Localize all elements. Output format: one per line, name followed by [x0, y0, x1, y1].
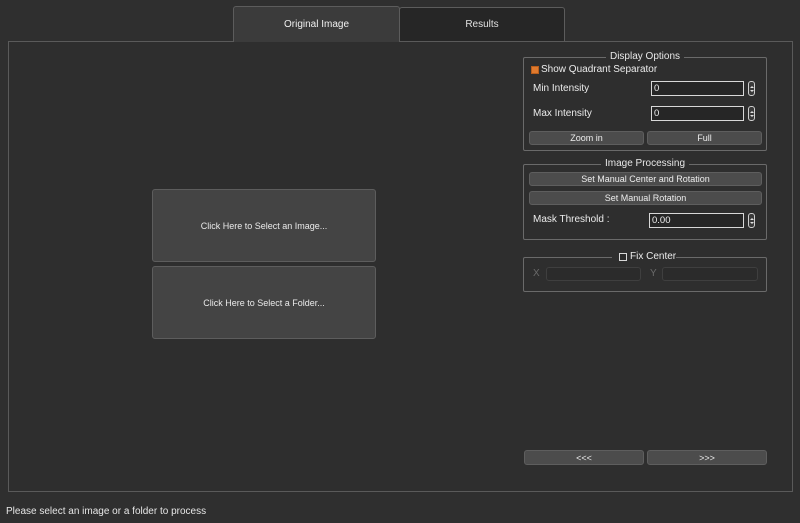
image-processing-title: Image Processing: [600, 158, 690, 169]
max-intensity-spinner[interactable]: [748, 106, 755, 121]
x-field[interactable]: [546, 267, 641, 281]
set-manual-center-rotation-button[interactable]: Set Manual Center and Rotation: [529, 172, 762, 186]
next-button[interactable]: >>>: [647, 450, 767, 465]
max-intensity-field[interactable]: 0: [651, 106, 744, 121]
max-intensity-label: Max Intensity: [533, 108, 592, 119]
full-label: Full: [697, 133, 712, 143]
min-intensity-field[interactable]: 0: [651, 81, 744, 96]
set-manual-rotation-label: Set Manual Rotation: [604, 193, 687, 203]
prev-label: <<<: [576, 452, 592, 463]
select-folder-label: Click Here to Select a Folder...: [203, 297, 325, 308]
min-intensity-spinner[interactable]: [748, 81, 755, 96]
fix-center-label: Fix Center: [630, 251, 677, 262]
mask-threshold-spinner[interactable]: [748, 213, 755, 228]
set-manual-rotation-button[interactable]: Set Manual Rotation: [529, 191, 762, 205]
tab-original-image-label: Original Image: [283, 19, 350, 30]
display-options-title: Display Options: [605, 51, 685, 62]
next-label: >>>: [699, 452, 715, 463]
tab-results[interactable]: Results: [399, 7, 565, 41]
fix-center-checkbox[interactable]: [619, 253, 627, 261]
mask-threshold-label: Mask Threshold :: [533, 214, 610, 225]
select-image-label: Click Here to Select an Image...: [200, 220, 328, 231]
tab-original-image[interactable]: Original Image: [233, 6, 400, 42]
x-label: X: [533, 268, 540, 279]
status-text: Please select an image or a folder to pr…: [6, 506, 207, 517]
set-manual-center-rotation-label: Set Manual Center and Rotation: [581, 174, 710, 184]
zoom-in-label: Zoom in: [570, 133, 603, 143]
show-quadrant-separator-checkbox[interactable]: [531, 66, 539, 74]
full-button[interactable]: Full: [647, 131, 762, 145]
select-image-button[interactable]: Click Here to Select an Image...: [152, 189, 376, 262]
zoom-in-button[interactable]: Zoom in: [529, 131, 644, 145]
select-folder-button[interactable]: Click Here to Select a Folder...: [152, 266, 376, 339]
y-field[interactable]: [662, 267, 758, 281]
min-intensity-label: Min Intensity: [533, 83, 590, 94]
tab-results-label: Results: [465, 19, 499, 30]
prev-button[interactable]: <<<: [524, 450, 644, 465]
mask-threshold-field[interactable]: 0.00: [649, 213, 744, 228]
y-label: Y: [650, 268, 657, 279]
show-quadrant-separator-label: Show Quadrant Separator: [541, 64, 658, 75]
